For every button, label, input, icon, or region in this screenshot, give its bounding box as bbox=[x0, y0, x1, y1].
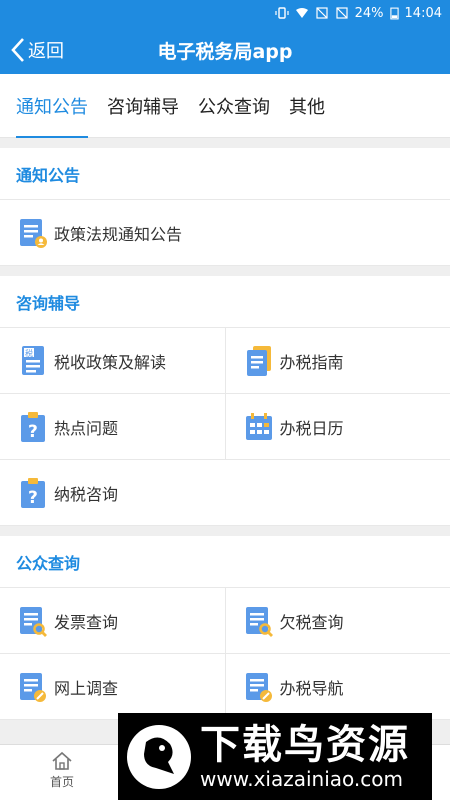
clipboard-question-icon: ? bbox=[21, 477, 45, 508]
battery-percent: 24% bbox=[354, 5, 384, 21]
item-label: 热点问题 bbox=[54, 418, 119, 438]
item-label: 办税指南 bbox=[279, 352, 344, 372]
section-title: 通知公告 bbox=[0, 148, 450, 200]
divider bbox=[0, 526, 450, 536]
item-policy-notice[interactable]: 政策法规通知公告 bbox=[0, 200, 450, 265]
back-label: 返回 bbox=[28, 41, 64, 62]
grid-row: 网上调查 办税导航 bbox=[0, 654, 450, 720]
item-tax-guide[interactable]: 办税指南 bbox=[224, 328, 450, 393]
section-title: 公众查询 bbox=[0, 536, 450, 588]
item-arrears-query[interactable]: 欠税查询 bbox=[224, 588, 450, 653]
svg-text:?: ? bbox=[28, 488, 38, 508]
document-search-icon bbox=[20, 606, 47, 637]
document-edit-icon bbox=[20, 672, 46, 702]
grid-row: 发票查询 欠税查询 bbox=[0, 588, 450, 654]
back-button[interactable]: 返回 bbox=[10, 26, 64, 74]
svg-text:?: ? bbox=[28, 422, 38, 442]
bird-logo-icon bbox=[127, 724, 191, 789]
tab-notice[interactable]: 通知公告 bbox=[16, 74, 88, 138]
section-notice: 通知公告 政策法规通知公告 bbox=[0, 148, 450, 266]
nav-home-label: 首页 bbox=[49, 775, 74, 789]
item-label: 欠税查询 bbox=[279, 612, 344, 632]
item-label: 税收政策及解读 bbox=[54, 352, 167, 372]
section-public-query: 公众查询 发票查询 欠税查询 网上调查 办税导航 bbox=[0, 536, 450, 720]
divider bbox=[0, 138, 450, 148]
item-tax-navigation[interactable]: 办税导航 bbox=[224, 654, 450, 719]
guide-book-icon bbox=[246, 345, 271, 376]
status-bar: 24% 14:04 bbox=[0, 0, 450, 26]
document-edit-icon bbox=[245, 672, 272, 702]
watermark-banner: 下载鸟资源 www.xiazainiao.com bbox=[118, 713, 432, 800]
section-consult: 咨询辅导 税 税收政策及解读 办税指南 ? 热点问题 办税日历 ? 纳税咨询 bbox=[0, 276, 450, 526]
document-search-icon bbox=[245, 606, 273, 637]
document-person-icon bbox=[20, 218, 47, 248]
wifi-icon bbox=[295, 8, 308, 18]
tab-bar: 通知公告 咨询辅导 公众查询 其他 bbox=[0, 74, 450, 138]
item-label: 办税导航 bbox=[279, 678, 344, 698]
svg-text:税: 税 bbox=[25, 348, 33, 358]
grid-row: ? 热点问题 办税日历 bbox=[0, 394, 450, 460]
page-title: 电子税务局app bbox=[157, 40, 293, 63]
grid-row: 政策法规通知公告 bbox=[0, 200, 450, 266]
no-signal-icon bbox=[316, 7, 328, 19]
item-invoice-query[interactable]: 发票查询 bbox=[0, 588, 225, 653]
item-tax-calendar[interactable]: 办税日历 bbox=[224, 394, 450, 459]
tab-other[interactable]: 其他 bbox=[289, 74, 325, 138]
tab-consult[interactable]: 咨询辅导 bbox=[107, 74, 179, 138]
item-label: 发票查询 bbox=[54, 612, 119, 632]
item-online-survey[interactable]: 网上调查 bbox=[0, 654, 225, 719]
home-icon bbox=[52, 751, 72, 770]
nav-home[interactable]: 首页 bbox=[40, 751, 84, 790]
vibrate-icon bbox=[275, 7, 289, 19]
battery-icon bbox=[389, 7, 399, 19]
item-label: 网上调查 bbox=[54, 678, 119, 698]
watermark-url: www.xiazainiao.com bbox=[200, 766, 403, 791]
divider bbox=[0, 266, 450, 276]
clock: 14:04 bbox=[404, 5, 442, 21]
no-signal-icon-2 bbox=[336, 7, 348, 19]
grid-row: ? 纳税咨询 bbox=[0, 460, 450, 526]
chevron-left-icon bbox=[11, 38, 24, 62]
section-title: 咨询辅导 bbox=[0, 276, 450, 328]
calendar-icon bbox=[245, 412, 272, 440]
watermark-title: 下载鸟资源 bbox=[200, 721, 410, 768]
app-bar: 返回 电子税务局app bbox=[0, 26, 450, 74]
grid-row: 税 税收政策及解读 办税指南 bbox=[0, 328, 450, 394]
tab-public-query[interactable]: 公众查询 bbox=[198, 74, 270, 138]
item-tax-policy[interactable]: 税 税收政策及解读 bbox=[0, 328, 225, 393]
item-label: 纳税咨询 bbox=[54, 484, 119, 504]
item-label: 办税日历 bbox=[279, 418, 344, 438]
item-label: 政策法规通知公告 bbox=[54, 224, 183, 244]
clipboard-question-icon: ? bbox=[21, 411, 45, 442]
item-tax-consult[interactable]: ? 纳税咨询 bbox=[0, 460, 450, 525]
item-hot-issues[interactable]: ? 热点问题 bbox=[0, 394, 225, 459]
tax-document-icon: 税 bbox=[22, 345, 44, 375]
